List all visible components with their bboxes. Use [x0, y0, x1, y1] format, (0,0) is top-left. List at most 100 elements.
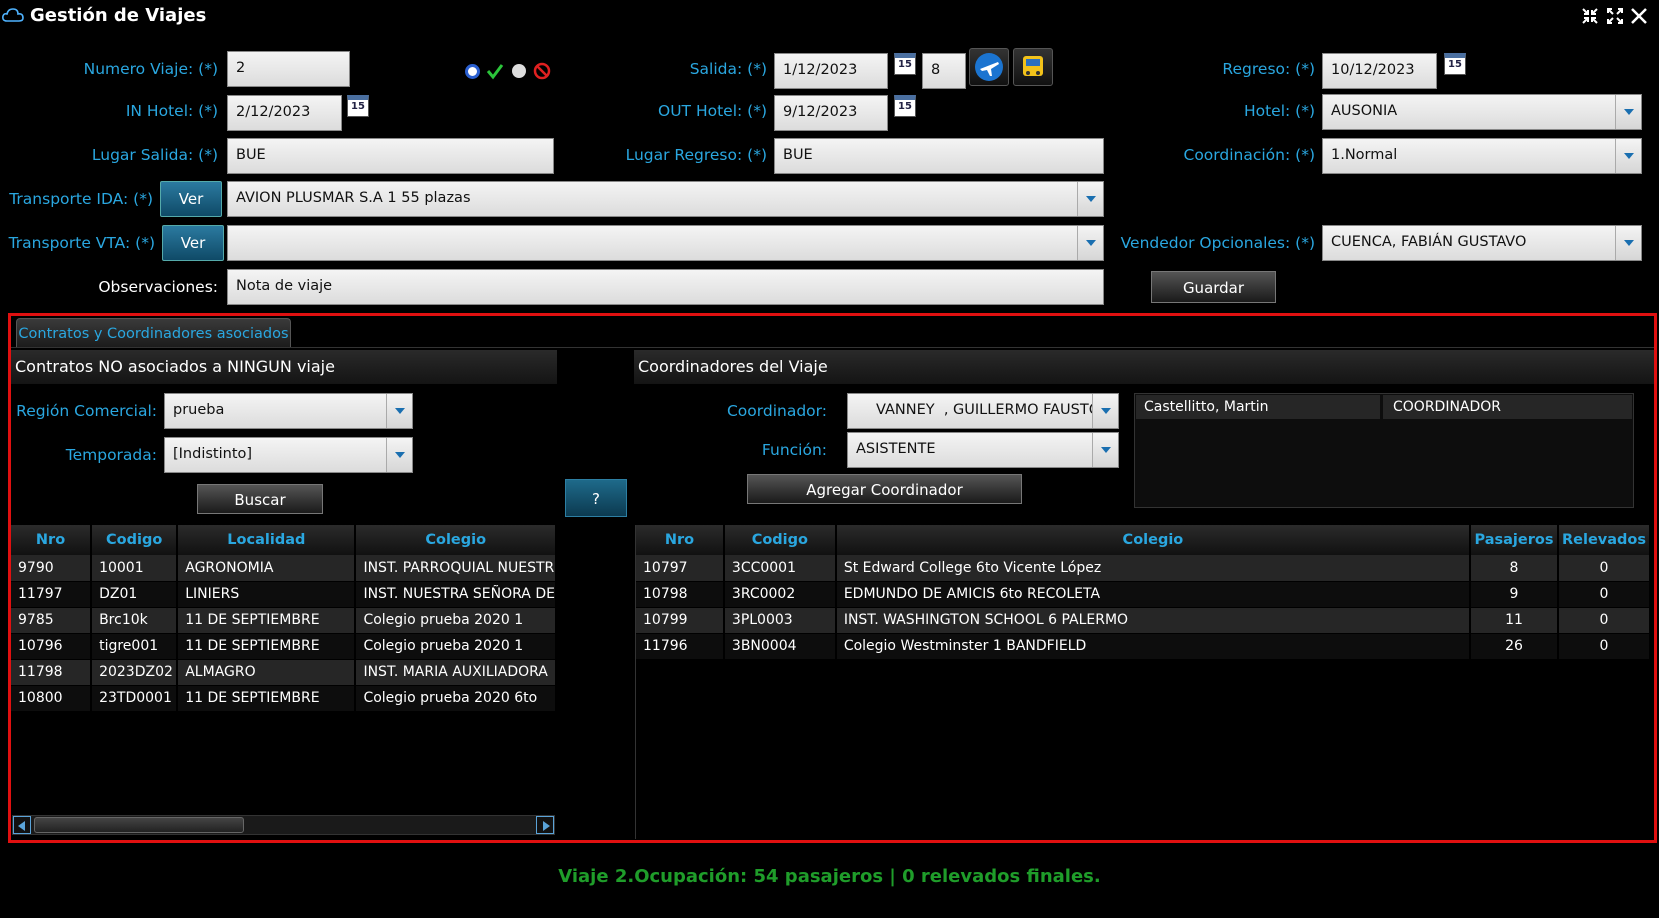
- table-row[interactable]: 10796 tigre001 11 DE SEPTIEMBRE Colegio pru…: [11, 633, 557, 660]
- table-cell: Brc10k: [91, 607, 179, 634]
- chevron-down-icon[interactable]: [1092, 433, 1118, 467]
- chevron-down-icon[interactable]: [386, 394, 412, 428]
- plane-button[interactable]: [969, 48, 1009, 86]
- coordinadores-column-header[interactable]: Pasajeros: [1470, 525, 1559, 555]
- assigned-name[interactable]: Castellitto, Martin: [1136, 395, 1380, 419]
- ver-ida-button[interactable]: Ver: [160, 181, 222, 217]
- table-row[interactable]: 10799 3PL0003 INST. WASHINGTON SCHOOL 6 PA…: [636, 607, 1652, 634]
- numero-viaje-label: Numero Viaje: (*): [83, 60, 218, 78]
- chevron-down-icon[interactable]: [1615, 139, 1641, 173]
- temporada-select[interactable]: [Indistinto]: [164, 437, 413, 473]
- vendedor-select[interactable]: CUENCA, FABIÁN GUSTAVO: [1322, 225, 1642, 261]
- help-button[interactable]: ?: [565, 479, 627, 517]
- table-cell: 3CC0001: [723, 555, 837, 582]
- coordinadores-column-header[interactable]: Nro: [636, 525, 725, 555]
- tab-contratos-coordinadores[interactable]: Contratos y Coordinadores asociados: [16, 318, 291, 348]
- in-hotel-date-input[interactable]: 2/12/2023: [227, 95, 342, 131]
- calendar-icon[interactable]: 15: [894, 95, 916, 117]
- ver-vta-button[interactable]: Ver: [162, 225, 224, 261]
- transporte-ida-label: Transporte IDA: (*): [9, 190, 153, 208]
- horizontal-scrollbar[interactable]: [12, 815, 555, 835]
- coordinacion-select[interactable]: 1.Normal: [1322, 138, 1642, 174]
- table-cell: 0: [1557, 607, 1652, 634]
- salida-days-input[interactable]: 8: [922, 53, 966, 89]
- scroll-right-icon[interactable]: [536, 816, 554, 834]
- out-hotel-label: OUT Hotel: (*): [658, 102, 767, 120]
- bus-button[interactable]: [1013, 48, 1053, 86]
- collapse-icon[interactable]: [1580, 7, 1600, 27]
- contratos-column-header[interactable]: Nro: [11, 525, 93, 555]
- cancel-icon[interactable]: [533, 62, 551, 80]
- hotel-select[interactable]: AUSONIA: [1322, 94, 1642, 130]
- transporte-vta-label: Transporte VTA: (*): [8, 234, 155, 252]
- assigned-role[interactable]: COORDINADOR: [1383, 395, 1632, 419]
- coordinadores-column-header[interactable]: Colegio: [835, 525, 1472, 555]
- table-cell: tigre001: [91, 633, 179, 660]
- contratos-section-title: Contratos NO asociados a NINGUN viaje: [11, 350, 557, 384]
- table-row[interactable]: 9785 Brc10k 11 DE SEPTIEMBRE Colegio prueba…: [11, 607, 557, 634]
- expand-icon[interactable]: [1605, 7, 1625, 27]
- radio-icon[interactable]: [465, 64, 480, 79]
- coordinador-select[interactable]: VANNEY , GUILLERMO FAUSTO: [847, 393, 1119, 429]
- radio-empty-icon[interactable]: [512, 64, 526, 78]
- chevron-down-icon[interactable]: [386, 438, 412, 472]
- check-icon[interactable]: [486, 62, 504, 80]
- coordinadores-section-title: Coordinadores del Viaje: [634, 350, 1654, 384]
- table-cell: 0: [1557, 555, 1652, 582]
- observaciones-input[interactable]: Nota de viaje: [227, 269, 1104, 305]
- region-select[interactable]: prueba: [164, 393, 413, 429]
- table-row[interactable]: 10797 3CC0001 St Edward College 6to Vicent…: [636, 555, 1652, 582]
- table-row[interactable]: 9790 10001 AGRONOMIA INST. PARROQUIAL NUEST…: [11, 555, 557, 582]
- chevron-down-icon[interactable]: [1077, 182, 1103, 216]
- calendar-icon[interactable]: 15: [894, 53, 916, 75]
- vendedor-label: Vendedor Opcionales: (*): [1120, 234, 1315, 252]
- table-cell: 10001: [91, 555, 179, 582]
- numero-viaje-input[interactable]: 2: [227, 51, 350, 87]
- table-cell: 11796: [636, 633, 725, 660]
- funcion-select[interactable]: ASISTENTE: [847, 432, 1119, 468]
- calendar-icon[interactable]: 15: [1444, 53, 1466, 75]
- chevron-down-icon[interactable]: [1077, 226, 1103, 260]
- buscar-button[interactable]: Buscar: [197, 484, 323, 514]
- table-row[interactable]: 11796 3BN0004 Colegio Westminster 1 BANDFI…: [636, 633, 1652, 660]
- table-cell: 23TD0001: [91, 685, 179, 712]
- table-cell: 8: [1470, 555, 1559, 582]
- table-cell: Colegio prueba 2020 1: [355, 607, 557, 634]
- table-cell: 11798: [11, 659, 93, 686]
- coordinadores-column-header[interactable]: Codigo: [723, 525, 837, 555]
- scroll-thumb[interactable]: [34, 817, 244, 833]
- transporte-vta-select[interactable]: [227, 225, 1104, 261]
- contratos-column-header[interactable]: Codigo: [91, 525, 179, 555]
- transporte-ida-select[interactable]: AVION PLUSMAR S.A 1 55 plazas: [227, 181, 1104, 217]
- table-cell: DZ01: [91, 581, 179, 608]
- table-row[interactable]: 11797 DZ01 LINIERS INST. NUESTRA SEÑORA DE: [11, 581, 557, 608]
- window-title: Gestión de Viajes: [30, 5, 207, 26]
- contratos-column-header[interactable]: Colegio: [355, 525, 557, 555]
- table-cell: 0: [1557, 633, 1652, 660]
- assigned-coordinators-list: Castellitto, Martin COORDINADOR: [1134, 393, 1634, 508]
- table-row[interactable]: 10798 3RC0002 EDMUNDO DE AMICIS 6to RECOLE…: [636, 581, 1652, 608]
- contratos-table: Nro Codigo Localidad Colegio 9790 10001 AGRON…: [11, 525, 557, 712]
- out-hotel-date-input[interactable]: 9/12/2023: [774, 95, 888, 131]
- scroll-left-icon[interactable]: [13, 816, 31, 834]
- salida-date-input[interactable]: 1/12/2023: [774, 53, 888, 89]
- calendar-icon[interactable]: 15: [347, 95, 369, 117]
- contratos-column-header[interactable]: Localidad: [177, 525, 357, 555]
- temporada-value: [Indistinto]: [173, 446, 253, 462]
- chevron-down-icon[interactable]: [1092, 394, 1118, 428]
- lugar-salida-label: Lugar Salida: (*): [91, 146, 218, 164]
- close-icon[interactable]: [1629, 7, 1649, 27]
- chevron-down-icon[interactable]: [1615, 95, 1641, 129]
- regreso-date-input[interactable]: 10/12/2023: [1322, 53, 1437, 89]
- table-cell: INST. PARROQUIAL NUESTR: [355, 555, 557, 582]
- lugar-regreso-input[interactable]: BUE: [774, 138, 1104, 174]
- lugar-salida-input[interactable]: BUE: [227, 138, 554, 174]
- right-table-border: [635, 525, 636, 839]
- coordinadores-column-header[interactable]: Relevados: [1557, 525, 1652, 555]
- guardar-button[interactable]: Guardar: [1151, 271, 1276, 303]
- table-cell: 10797: [636, 555, 725, 582]
- table-row[interactable]: 10800 23TD0001 11 DE SEPTIEMBRE Colegio pru…: [11, 685, 557, 712]
- chevron-down-icon[interactable]: [1615, 226, 1641, 260]
- agregar-coordinador-button[interactable]: Agregar Coordinador: [747, 474, 1022, 504]
- table-row[interactable]: 11798 2023DZ02 ALMAGRO INST. MARIA AUXILIAD…: [11, 659, 557, 686]
